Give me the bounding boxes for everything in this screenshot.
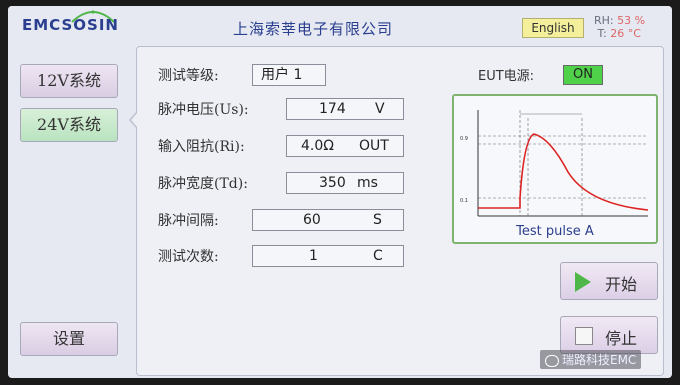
voltage-field[interactable]: 174 V [286, 98, 404, 120]
environment-readout: RH: 53 % T: 26 °C [594, 14, 645, 40]
chat-bubble-icon [545, 354, 559, 367]
voltage-label: 脉冲电压(Us): [158, 102, 249, 118]
interval-unit: S [373, 212, 382, 228]
settings-button[interactable]: 设置 [20, 322, 118, 356]
watermark: 瑞路科技EMC [540, 350, 642, 369]
eut-power-label: EUT电源: [478, 69, 535, 84]
svg-text:0.9: 0.9 [460, 136, 468, 142]
top-bar: EMCSOSIN 上海索莘电子有限公司 English RH: 53 % T: … [8, 6, 672, 50]
level-value: 用户 1 [261, 67, 303, 83]
sidebar-item-24v[interactable]: 24V系统 [20, 108, 118, 142]
interval-field[interactable]: 60 S [252, 209, 404, 231]
impedance-label: 输入阻抗(Ri): [158, 139, 245, 155]
pulse-waveform-graphic: 0.9 0.1 [460, 110, 649, 217]
sidebar: 12V系统 24V系统 设置 [8, 50, 138, 378]
level-label: 测试等级: [158, 68, 219, 84]
stop-button[interactable]: 停止 [560, 316, 658, 354]
active-tab-pointer-inner [131, 112, 138, 128]
waveform-caption: Test pulse A [516, 224, 594, 239]
impedance-field[interactable]: 4.0Ω OUT [286, 135, 404, 157]
voltage-value: 174 [319, 101, 346, 117]
svg-text:0.1: 0.1 [460, 198, 468, 204]
watermark-text: 瑞路科技EMC [562, 353, 637, 367]
hmi-screen: EMCSOSIN 上海索莘电子有限公司 English RH: 53 % T: … [8, 6, 672, 378]
brand-logo: EMCSOSIN [22, 16, 119, 34]
temp-label: T: [597, 27, 607, 40]
temp-value: 26 °C [610, 27, 641, 40]
interval-value: 60 [303, 212, 321, 228]
play-icon [575, 272, 591, 292]
count-unit: C [373, 248, 383, 264]
waveform-diagram: 0.9 0.1 Test pulse A [452, 94, 658, 244]
count-field[interactable]: 1 C [252, 245, 404, 267]
company-name: 上海索莘电子有限公司 [233, 20, 394, 38]
sidebar-item-12v[interactable]: 12V系统 [20, 64, 118, 98]
stop-icon [575, 327, 593, 345]
width-value: 350 [319, 175, 346, 191]
eut-power-toggle[interactable]: ON [563, 65, 603, 85]
width-field[interactable]: 350 ms [286, 172, 404, 194]
stop-label: 停止 [605, 329, 638, 348]
level-field[interactable]: 用户 1 [252, 64, 326, 86]
voltage-unit: V [375, 101, 385, 117]
impedance-value: 4.0Ω [301, 138, 334, 154]
count-value: 1 [309, 248, 318, 264]
interval-label: 脉冲间隔: [158, 213, 219, 229]
width-label: 脉冲宽度(Td): [158, 176, 248, 192]
start-button[interactable]: 开始 [560, 262, 658, 300]
rh-value: 53 % [617, 14, 646, 27]
rh-label: RH: [594, 14, 614, 27]
impedance-unit: OUT [359, 138, 389, 154]
language-button[interactable]: English [522, 18, 584, 38]
count-label: 测试次数: [158, 249, 219, 265]
start-label: 开始 [605, 275, 638, 294]
width-unit: ms [357, 175, 378, 191]
